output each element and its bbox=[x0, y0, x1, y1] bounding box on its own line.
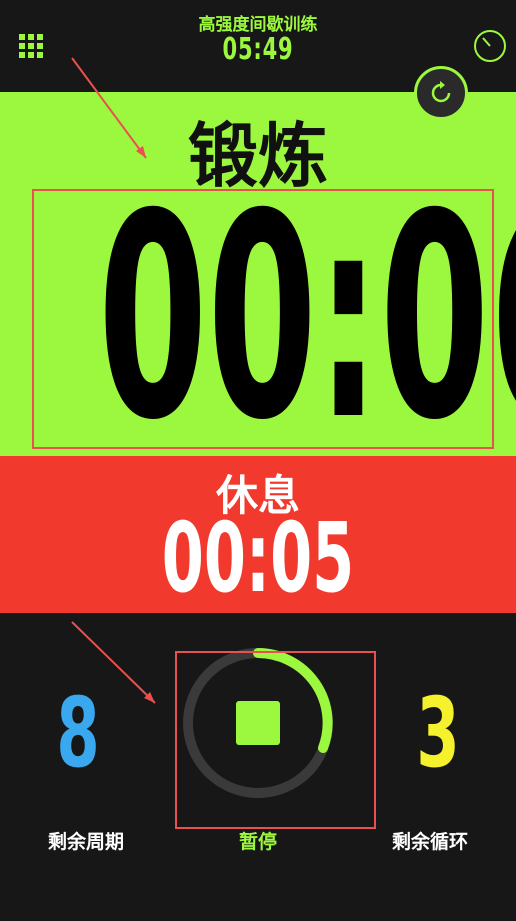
grid-menu-icon[interactable] bbox=[18, 33, 44, 59]
reset-button[interactable] bbox=[414, 66, 468, 120]
remaining-rounds-label: 剩余循环 bbox=[391, 831, 468, 853]
rest-countdown: 00:05 bbox=[161, 502, 355, 614]
remaining-cycles-label: 剩余周期 bbox=[47, 831, 124, 853]
work-countdown: 00:06 bbox=[98, 153, 516, 457]
rest-panel: 休息 00:05 bbox=[0, 456, 516, 613]
total-time: 05:49 bbox=[222, 32, 294, 67]
pause-label[interactable]: 暂停 bbox=[188, 827, 328, 854]
timer-icon[interactable] bbox=[472, 28, 508, 64]
stop-icon[interactable] bbox=[236, 701, 280, 745]
remaining-cycles-value: 8 bbox=[56, 677, 100, 789]
work-panel: 锻炼 00:06 bbox=[0, 92, 516, 456]
refresh-icon bbox=[431, 81, 451, 103]
bottom-panel: 8 3 剩余周期 暂停 剩余循环 bbox=[0, 613, 516, 921]
remaining-rounds-value: 3 bbox=[416, 677, 460, 789]
